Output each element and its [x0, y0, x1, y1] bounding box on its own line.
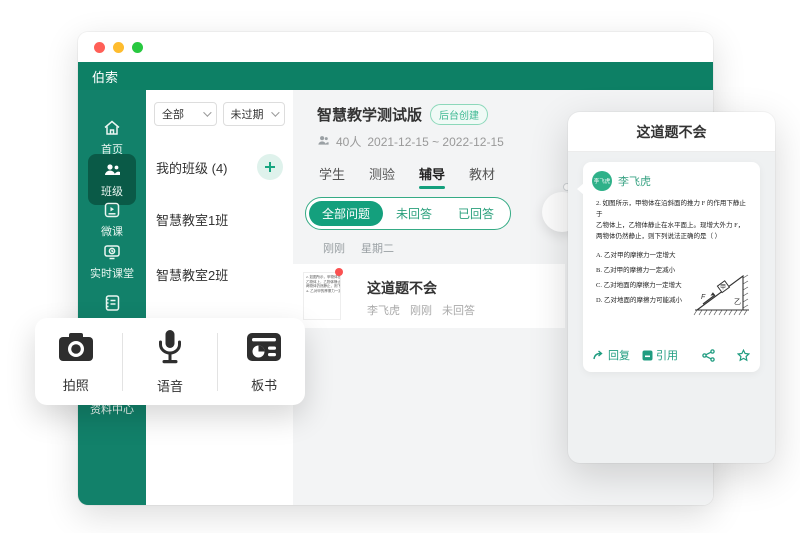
my-classes-title: 我的班级 (4) — [156, 160, 228, 176]
microphone-icon — [153, 329, 187, 370]
quote-button[interactable]: 引用 — [642, 347, 678, 363]
question-card[interactable]: 2. 如图所示，甲物体在沿斜面的推力 F 的作用下静止于 乙物体上，乙物体静止在… — [293, 264, 565, 328]
board-tool-label: 板书 — [251, 377, 278, 393]
share-icon[interactable] — [702, 348, 715, 362]
live-classroom-icon — [102, 242, 122, 262]
sidebar-item-home[interactable]: 首页 — [78, 118, 146, 157]
expiry-filter-dropdown[interactable]: 未过期 — [222, 102, 285, 126]
home-icon — [102, 118, 122, 138]
sidebar-item-label: 实时课堂 — [90, 268, 134, 280]
answer-tools-toolbar: 拍照 语音 板书 — [35, 318, 305, 405]
chevron-down-icon — [271, 108, 280, 117]
notebook-icon — [102, 293, 122, 313]
question-title: 这道题不会 — [367, 280, 437, 296]
toolbar-divider — [216, 332, 218, 391]
question-status: 未回答 — [442, 305, 475, 317]
app-title: 伯索 — [92, 69, 119, 85]
filter-all-questions[interactable]: 全部问题 — [309, 201, 384, 226]
tab-tutoring[interactable]: 辅导 — [417, 164, 447, 189]
unread-dot — [335, 268, 343, 276]
tab-quizzes[interactable]: 测验 — [367, 164, 397, 189]
users-icon — [102, 160, 122, 180]
filter-unanswered[interactable]: 未回答 — [383, 201, 445, 226]
tab-students[interactable]: 学生 — [317, 164, 347, 189]
voice-tool-label: 语音 — [156, 378, 183, 394]
sidebar-item-label: 班级 — [101, 186, 123, 198]
time-marker-recent: 刚刚 — [323, 243, 345, 255]
close-window-button[interactable] — [94, 41, 105, 53]
class-list-item[interactable]: 智慧教室2班 — [154, 265, 285, 284]
question-stem: 2. 如图所示，甲物体在沿斜面的推力 F 的作用下静止于 乙物体上，乙物体静止在… — [596, 200, 746, 240]
svg-text:F: F — [701, 294, 706, 301]
voice-tool-button[interactable]: 语音 — [135, 329, 205, 395]
course-title: 智慧教学测试版 — [317, 107, 423, 124]
reply-button[interactable]: 回复 — [593, 347, 630, 363]
camera-icon — [57, 330, 95, 369]
board-tool-button[interactable]: 板书 — [229, 330, 299, 394]
student-count: 40人 — [336, 135, 362, 149]
option-a: A. 乙对甲的摩擦力一定增大 — [596, 252, 676, 259]
screen: 伯索 首页 班级 微课 实时课堂 资料中心 全部 未过期 我的班级 (4) 智慧… — [0, 0, 800, 533]
sidebar-item-microlesson[interactable]: 微课 — [78, 200, 146, 239]
popup-author-name: 李飞虎 — [618, 176, 651, 188]
sidebar-item-label: 微课 — [101, 226, 123, 238]
zoom-window-button[interactable] — [132, 41, 143, 53]
bubble-tail — [577, 183, 584, 195]
window-titlebar — [78, 32, 713, 62]
app-header: 伯索 — [78, 62, 713, 90]
micro-lesson-icon — [102, 200, 122, 220]
chevron-down-icon — [202, 108, 212, 117]
svg-text:乙: 乙 — [734, 298, 741, 306]
course-badge: 后台创建 — [430, 104, 489, 125]
photo-tool-label: 拍照 — [62, 377, 89, 393]
question-student: 李飞虎 — [367, 305, 400, 317]
sidebar-item-notebook[interactable] — [78, 293, 146, 316]
filter-answered[interactable]: 已回答 — [445, 201, 507, 226]
time-marker-day: 星期二 — [361, 243, 394, 255]
incline-diagram: 甲 F 乙 — [693, 270, 751, 325]
avatar: 李飞虎 — [592, 171, 612, 191]
sidebar-item-classes[interactable]: 班级 — [88, 154, 136, 205]
favorite-star-icon[interactable] — [737, 348, 750, 362]
question-filter-group: 全部问题 未回答 已回答 — [305, 197, 512, 230]
question-thumbnail: 2. 如图所示，甲物体在沿斜面的推力 F 的作用下静止于 乙物体上，乙物体静止在… — [303, 272, 341, 320]
question-message-card: 李飞虎 李飞虎 2. 如图所示，甲物体在沿斜面的推力 F 的作用下静止于 乙物体… — [577, 162, 760, 372]
scope-filter-value: 全部 — [162, 109, 184, 121]
scope-filter-dropdown[interactable]: 全部 — [154, 102, 217, 126]
course-date-range: 2021-12-15 ~ 2022-12-15 — [367, 134, 504, 149]
whiteboard-icon — [245, 330, 283, 369]
sidebar-item-live-classroom[interactable]: 实时课堂 — [78, 242, 146, 281]
class-list-panel: 全部 未过期 我的班级 (4) 智慧教室1班 智慧教室2班 智慧教室3班 — [146, 90, 293, 505]
add-class-button[interactable] — [257, 154, 283, 180]
minimize-window-button[interactable] — [113, 41, 124, 53]
expiry-filter-value: 未过期 — [230, 109, 264, 121]
tab-textbooks[interactable]: 教材 — [467, 164, 497, 189]
popup-title: 这道题不会 — [636, 123, 707, 140]
question-time: 刚刚 — [410, 305, 432, 317]
svg-text:甲: 甲 — [720, 284, 726, 291]
question-detail-popup: 这道题不会 李飞虎 李飞虎 2. 如图所示，甲物体在沿斜面的推力 F 的作用下静… — [568, 112, 775, 463]
class-list-item[interactable]: 智慧教室1班 — [154, 210, 285, 229]
students-icon — [317, 134, 330, 150]
sidebar-nav: 首页 班级 微课 实时课堂 资料中心 — [78, 90, 146, 505]
toolbar-divider — [122, 332, 124, 391]
photo-tool-button[interactable]: 拍照 — [41, 330, 111, 394]
